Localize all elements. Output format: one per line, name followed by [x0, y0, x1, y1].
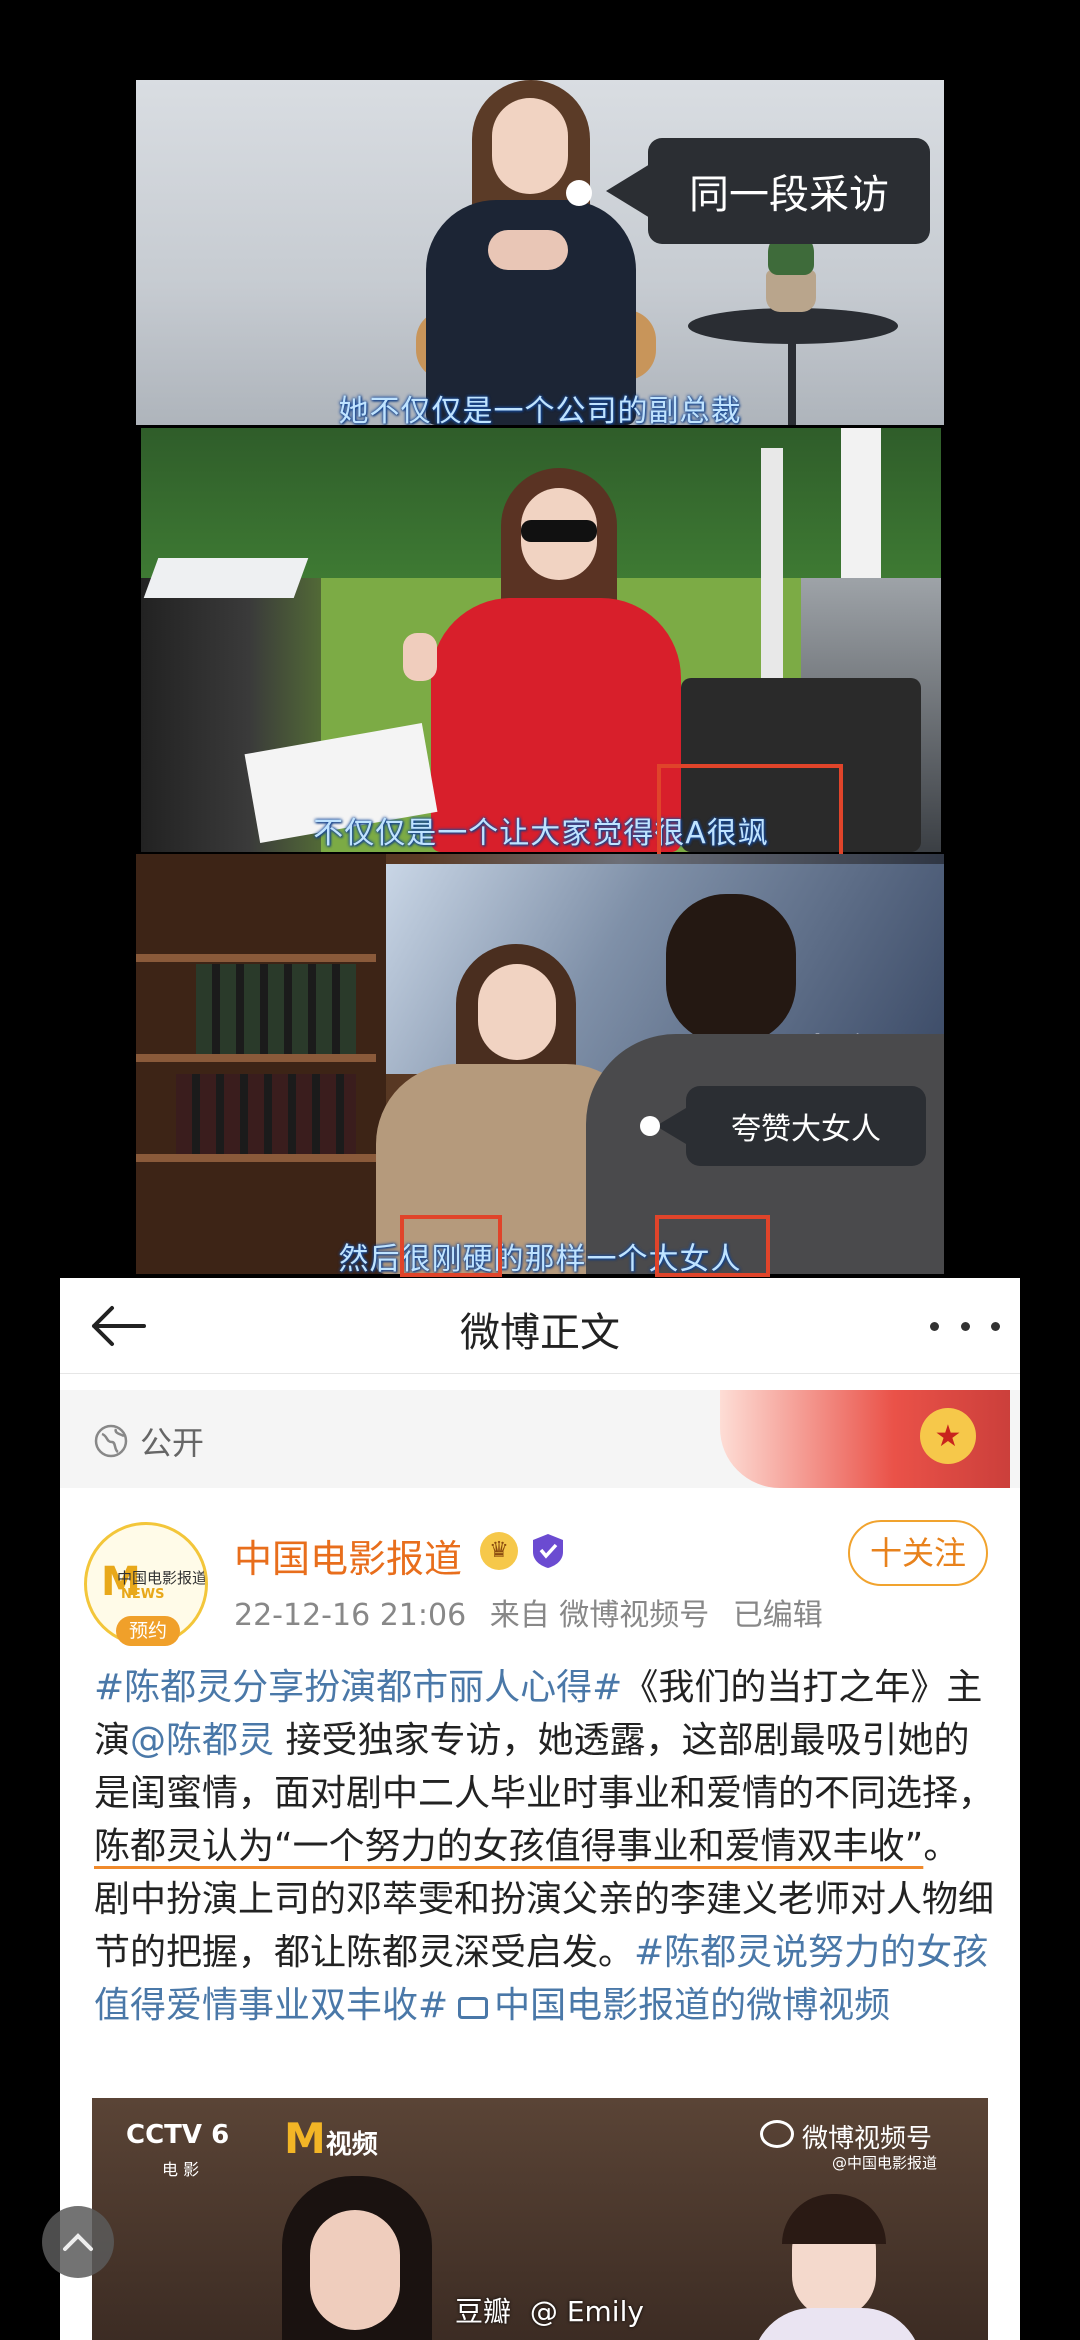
woman-face [478, 964, 556, 1060]
callout-dot [640, 1116, 660, 1136]
star-emblem-icon: ★ [920, 1408, 976, 1464]
watermark-site: 豆瓣 [455, 2295, 512, 2328]
callout-tag: 同一段采访 [648, 138, 930, 244]
bottles [176, 1074, 356, 1154]
sunglasses [521, 520, 597, 542]
plant-pot [766, 270, 816, 312]
host-left-face [310, 2210, 400, 2330]
bottles [196, 964, 356, 1054]
callout-text: 同一段采访 [689, 172, 889, 218]
post-time: 22-12-16 21:06 [234, 1598, 467, 1633]
shelf-row-1 [136, 954, 376, 962]
cctv-logo: CCTV 6 [126, 2120, 229, 2150]
video-frame-interview: 同一段采访 她不仅仅是一个公司的副总裁 [136, 80, 944, 425]
callout-arrow [606, 164, 650, 218]
visibility-row: 公开 ★ [60, 1390, 1020, 1488]
globe-icon [94, 1424, 128, 1458]
post-meta: 22-12-16 21:06 来自 微博视频号 已编辑 [234, 1590, 823, 1634]
scroll-top-button[interactable] [42, 2206, 114, 2278]
golf-cart-post [761, 448, 783, 708]
m-brand-logo: M视频 [284, 2114, 378, 2163]
underlined-quote: 陈都灵认为“一个努力的女孩值得事业和爱情双丰收” [94, 1826, 924, 1867]
author-name[interactable]: 中国电影报道 [234, 1528, 462, 1583]
hashtag-link[interactable]: #陈都灵分享扮演都市丽人心得# [94, 1667, 622, 1708]
weibo-video-sub: @中国电影报道 [832, 2154, 938, 2172]
woman-face [492, 98, 568, 194]
nav-title: 微博正文 [460, 1310, 620, 1356]
shelf-row-3 [136, 1154, 376, 1162]
shelf-row-2 [136, 1054, 376, 1062]
video-link-text: 中国电影报道的微博视频 [494, 1985, 891, 2026]
subtitle: 她不仅仅是一个公司的副总裁 [338, 394, 742, 425]
watermark: 豆瓣 @ Emily [455, 2290, 644, 2330]
nav-bar: 微博正文 [60, 1278, 1020, 1374]
verified-shield-icon [530, 1532, 566, 1570]
video-frame-restaurant: 一批在 夸赞大女人 然后很刚硬的那样一个大女人 [136, 854, 944, 1274]
mention-link[interactable]: @陈都灵 [130, 1720, 274, 1761]
m-brand-text: 视频 [325, 2130, 378, 2160]
cctv-sub: 电 影 [162, 2160, 200, 2179]
weibo-video-label: 微博视频号 [802, 2124, 933, 2154]
highlight-box-3 [655, 1215, 770, 1277]
cctv-channel: CCTV 6 [126, 2120, 230, 2150]
host-right-hair [782, 2194, 886, 2244]
follow-button[interactable]: 十关注 [848, 1520, 988, 1586]
reflector [143, 558, 309, 598]
chevron-up-icon [63, 2233, 93, 2251]
weibo-post-screen: 微博正文 公开 ★ M 中国电影报道 NEWS 预约 中国电影报道 ♛ 22-1… [60, 1278, 1020, 2340]
avatar-sub: NEWS [121, 1587, 165, 1602]
m-brand-letter: M [284, 2114, 326, 2163]
video-link-icon [458, 1997, 489, 2019]
visibility-label: 公开 [140, 1424, 205, 1462]
video-link[interactable]: 中国电影报道的微博视频 [448, 1985, 890, 2026]
more-icon[interactable] [930, 1314, 1000, 1338]
post-edited: 已编辑 [732, 1598, 823, 1633]
callout-dot [566, 180, 592, 206]
weibo-logo-icon [760, 2120, 794, 2148]
woman-hands [488, 230, 568, 270]
avatar-text: 中国电影报道 [117, 1569, 208, 1587]
callout-text: 夸赞大女人 [731, 1112, 881, 1147]
raised-hand [403, 633, 437, 681]
subtitle: 然后很刚硬的那样一个大女人 [338, 1242, 742, 1274]
watermark-user: @ Emily [529, 2295, 644, 2328]
host-right-body [752, 2308, 922, 2340]
highlight-box-2 [400, 1215, 502, 1277]
avatar-badge: 预约 [116, 1616, 180, 1646]
post-body: #陈都灵分享扮演都市丽人心得#《我们的当打之年》主演@陈都灵 接受独家专访，她透… [94, 1661, 994, 2032]
crown-icon: ♛ [480, 1532, 518, 1570]
man-head [666, 894, 796, 1044]
wine-shelf [136, 854, 386, 1274]
callout-tag: 夸赞大女人 [686, 1086, 926, 1166]
post-source[interactable]: 来自 微博视频号 [490, 1598, 710, 1633]
callout-arrow [656, 1108, 686, 1144]
